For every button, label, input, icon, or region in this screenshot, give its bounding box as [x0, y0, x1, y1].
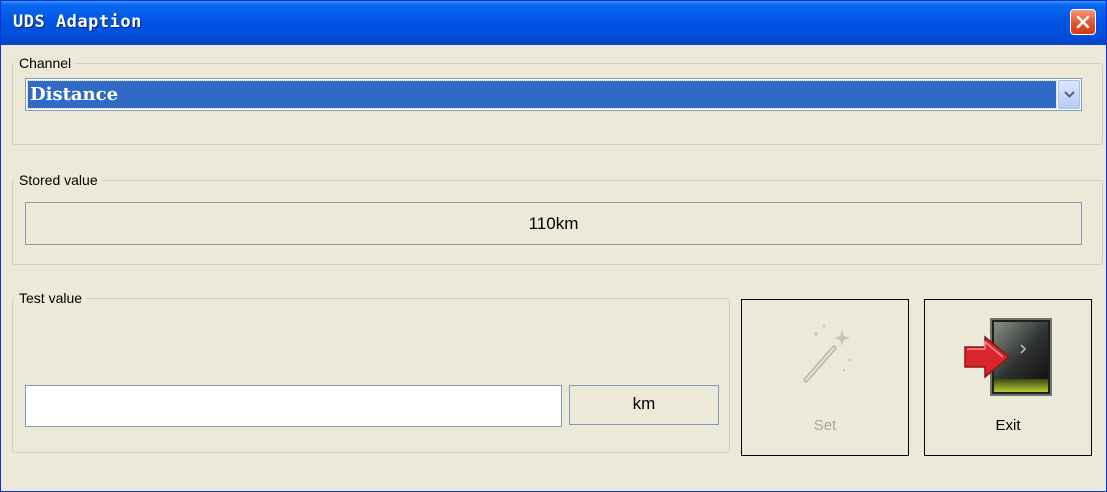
set-button-label: Set [813, 417, 837, 434]
exit-button-label: Exit [995, 417, 1021, 434]
stored-value-display: 110km [25, 202, 1082, 245]
test-value-group: Test value [12, 290, 730, 453]
test-value-group-label: Test value [19, 290, 83, 306]
set-button[interactable]: Set [741, 299, 909, 456]
channel-dropdown-button[interactable] [1058, 80, 1080, 109]
close-button[interactable] [1070, 9, 1096, 35]
exit-door-icon [964, 318, 1052, 396]
test-value-input[interactable] [25, 385, 562, 427]
wand-icon [803, 324, 852, 383]
unit-label: km [569, 385, 719, 425]
chevron-down-icon [1064, 91, 1075, 98]
channel-group-label: Channel [19, 55, 72, 71]
window-title: UDS Adaption [13, 12, 142, 32]
title-bar[interactable]: UDS Adaption [1, 1, 1106, 45]
dialog-client-area: Channel Distance Stored value 110km Test… [5, 45, 1103, 487]
close-icon [1076, 15, 1090, 29]
channel-select[interactable]: Distance [25, 78, 1082, 111]
channel-selected-value: Distance [27, 80, 1057, 109]
exit-button[interactable]: Exit [924, 299, 1092, 456]
stored-value-group-label: Stored value [19, 172, 98, 188]
uds-adaption-window: UDS Adaption Channel Distance Stored val… [0, 0, 1107, 492]
